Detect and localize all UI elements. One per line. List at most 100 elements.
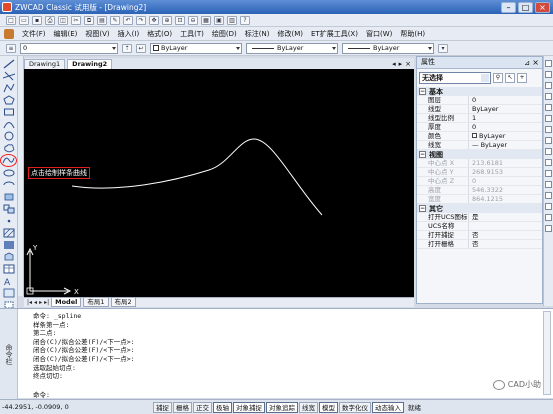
rectangle-icon[interactable] [3, 107, 15, 117]
tab-drawing2[interactable]: Drawing2 [67, 59, 113, 69]
close-panel-icon[interactable]: × [532, 57, 539, 68]
erase-icon[interactable] [545, 60, 552, 67]
first-layout-icon[interactable]: |◂ [27, 299, 32, 306]
tab-model[interactable]: Model [51, 298, 82, 307]
cut-icon[interactable]: ✂ [71, 15, 81, 25]
new-file-icon[interactable]: □ [6, 15, 16, 25]
array-icon[interactable] [545, 104, 552, 111]
mtext-icon[interactable]: A [3, 276, 15, 286]
quick-select-icon[interactable]: ⚲ [493, 73, 503, 83]
prop-row-ucs-name[interactable]: UCS名称 [417, 222, 542, 231]
menu-insert[interactable]: 插入(I) [115, 29, 143, 39]
match-prop-icon[interactable]: ✎ [110, 15, 120, 25]
zoom-window-icon[interactable]: ⊡ [175, 15, 185, 25]
lineweight-toggle[interactable]: 线宽 [299, 401, 318, 413]
osnap-toggle[interactable]: 对象捕捉 [233, 401, 265, 413]
menu-draw[interactable]: 绘图(D) [209, 29, 240, 39]
trim-icon[interactable] [545, 159, 552, 166]
rotate-icon[interactable] [545, 126, 552, 133]
preview-icon[interactable]: ◫ [58, 15, 68, 25]
layer-dropdown[interactable]: 0 [20, 42, 118, 54]
prop-row-grid[interactable]: 打开栅格否 [417, 240, 542, 249]
insert-block-icon[interactable] [3, 192, 15, 202]
ellipse-arc-icon[interactable] [3, 180, 15, 190]
next-layout-icon[interactable]: ▸ [39, 299, 42, 306]
tab-scroll-left-icon[interactable]: ◂ [392, 60, 396, 69]
xline-icon[interactable] [2, 71, 15, 81]
menu-help[interactable]: 帮助(H) [397, 29, 428, 39]
menu-view[interactable]: 视图(V) [82, 29, 112, 39]
menu-modify[interactable]: 修改(M) [274, 29, 306, 39]
redo-icon[interactable]: ↷ [136, 15, 146, 25]
layer-manager-icon[interactable]: ≡ [6, 43, 16, 53]
zoom-realtime-icon[interactable]: ⊕ [162, 15, 172, 25]
color-dropdown[interactable]: ByLayer [150, 42, 242, 54]
join-icon[interactable] [545, 192, 552, 199]
explode-icon[interactable] [545, 225, 552, 232]
layer-previous-icon[interactable]: ↩ [136, 43, 146, 53]
dynamic-input-toggle[interactable]: 动态输入 [372, 401, 404, 413]
revcloud-icon[interactable] [3, 143, 15, 153]
copy-object-icon[interactable] [545, 71, 552, 78]
linetype-dropdown[interactable]: ByLayer [246, 42, 338, 54]
plot-style-icon[interactable]: ▾ [438, 43, 448, 53]
close-button[interactable]: × [535, 1, 550, 13]
section-basic[interactable]: − 基本 [417, 87, 542, 96]
image-icon[interactable] [3, 288, 15, 298]
tool-palette-icon[interactable]: ▥ [227, 15, 237, 25]
point-icon[interactable] [3, 216, 15, 226]
tab-layout2[interactable]: 布局2 [110, 298, 136, 307]
tablet-toggle[interactable]: 数字化仪 [339, 401, 371, 413]
tab-scroll-right-icon[interactable]: ▸ [399, 60, 403, 69]
section-view[interactable]: − 视图 [417, 150, 542, 159]
document-menu-icon[interactable] [4, 28, 14, 39]
chamfer-icon[interactable] [545, 203, 552, 210]
extend-icon[interactable] [545, 170, 552, 177]
scale-icon[interactable] [545, 137, 552, 144]
drawing-canvas[interactable]: Y X 点击绘制样条曲线 [24, 69, 414, 297]
pickadd-toggle-icon[interactable]: + [517, 73, 527, 83]
menu-express-tools[interactable]: ET扩展工具(X) [308, 29, 361, 39]
zoom-previous-icon[interactable]: ⊖ [188, 15, 198, 25]
command-input[interactable]: 命令: [33, 389, 50, 399]
prop-row-layer[interactable]: 图层 0 [417, 96, 542, 105]
prop-row-color[interactable]: 颜色 ByLayer [417, 132, 542, 141]
design-center-icon[interactable]: ▣ [214, 15, 224, 25]
hatch-icon[interactable] [3, 228, 15, 238]
menu-dimension[interactable]: 标注(N) [242, 29, 273, 39]
snap-toggle[interactable]: 捕捉 [153, 401, 172, 413]
open-file-icon[interactable]: ▭ [19, 15, 29, 25]
menu-format[interactable]: 格式(O) [144, 29, 175, 39]
model-toggle[interactable]: 模型 [319, 401, 338, 413]
offset-icon[interactable] [545, 93, 552, 100]
gradient-icon[interactable] [3, 240, 15, 250]
collapse-icon[interactable]: − [419, 151, 426, 158]
prop-row-ucs-icon[interactable]: 打开UCS图标是 [417, 213, 542, 222]
collapse-icon[interactable]: − [419, 88, 426, 95]
spline-icon[interactable] [0, 154, 17, 167]
command-scrollbar[interactable] [543, 311, 551, 395]
lineweight-dropdown[interactable]: ByLayer [342, 42, 434, 54]
tab-drawing1[interactable]: Drawing1 [24, 59, 66, 69]
break-icon[interactable] [545, 181, 552, 188]
make-block-icon[interactable] [3, 204, 15, 214]
region-icon[interactable] [3, 252, 15, 262]
table-icon[interactable] [3, 264, 15, 274]
pan-icon[interactable]: ✥ [149, 15, 159, 25]
fillet-icon[interactable] [545, 214, 552, 221]
undo-icon[interactable]: ↶ [123, 15, 133, 25]
stretch-icon[interactable] [545, 148, 552, 155]
copy-icon[interactable]: ⧉ [84, 15, 94, 25]
circle-icon[interactable] [3, 131, 15, 141]
make-current-layer-icon[interactable]: ⇡ [122, 43, 132, 53]
polygon-icon[interactable] [2, 95, 15, 105]
polar-toggle[interactable]: 极轴 [213, 401, 232, 413]
move-icon[interactable] [545, 115, 552, 122]
close-document-icon[interactable]: × [405, 60, 411, 69]
properties-icon[interactable]: ▦ [201, 15, 211, 25]
prev-layout-icon[interactable]: ◂ [34, 299, 37, 306]
save-icon[interactable]: ▪ [32, 15, 42, 25]
maximize-button[interactable]: □ [518, 1, 533, 13]
prop-row-linetype[interactable]: 线型 ByLayer [417, 105, 542, 114]
prop-row-thickness[interactable]: 厚度 0 [417, 123, 542, 132]
